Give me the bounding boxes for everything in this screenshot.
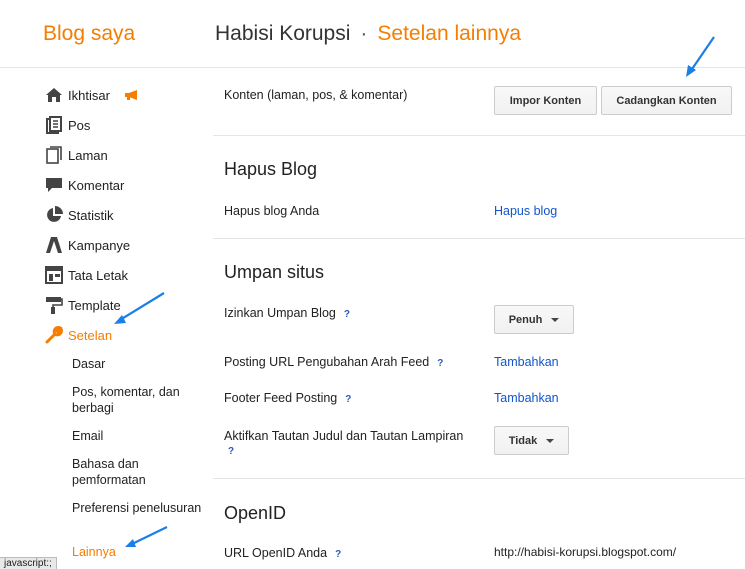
brand-link[interactable]: Blog saya xyxy=(43,22,135,46)
help-icon[interactable]: ? xyxy=(228,446,234,457)
section-divider xyxy=(213,478,745,479)
sidebar-item-label: Tata Letak xyxy=(68,267,128,283)
settings-sub-lainnya[interactable]: Lainnya xyxy=(72,544,202,560)
redirect-feed-label: Posting URL Pengubahan Arah Feed? xyxy=(224,355,444,369)
chevron-down-icon xyxy=(551,317,560,322)
comment-icon xyxy=(44,175,64,195)
settings-sub-bahasa[interactable]: Bahasa dan pemformatan xyxy=(72,456,202,488)
enclosure-links-label: Aktifkan Tautan Judul dan Tautan Lampira… xyxy=(224,429,464,443)
allow-feed-dropdown[interactable]: Penuh xyxy=(494,305,574,334)
openid-heading: OpenID xyxy=(224,503,287,523)
paint-roller-icon xyxy=(44,295,64,315)
megaphone-icon xyxy=(124,89,140,101)
sidebar: Ikhtisar Pos Laman Komentar Statistik Ka… xyxy=(0,69,212,569)
settings-sub-preferensi[interactable]: Preferensi penelusuran xyxy=(72,500,202,516)
blog-name[interactable]: Habisi Korupsi xyxy=(215,22,350,45)
sidebar-item-label: Template xyxy=(68,297,121,313)
pages-icon xyxy=(44,145,64,165)
help-icon[interactable]: ? xyxy=(335,549,341,560)
help-icon[interactable]: ? xyxy=(437,358,443,369)
section-divider xyxy=(213,238,745,239)
sidebar-item-label: Pos xyxy=(68,117,91,133)
section-divider xyxy=(213,135,745,136)
openid-url-value: http://habisi-korupsi.blogspot.com/ xyxy=(494,545,677,559)
help-icon[interactable]: ? xyxy=(344,309,350,320)
sidebar-item-laman[interactable]: Laman xyxy=(44,144,108,166)
delete-blog-heading: Hapus Blog xyxy=(224,159,318,179)
sidebar-item-kampanye[interactable]: Kampanye xyxy=(44,234,130,256)
settings-sub-pos-komentar[interactable]: Pos, komentar, dan berbagi xyxy=(72,384,202,416)
enclosure-links-value: Tidak xyxy=(508,434,538,447)
home-icon xyxy=(44,85,64,105)
status-bar-url: javascript:; xyxy=(0,557,57,569)
title-separator: · xyxy=(360,22,368,45)
sidebar-item-statistik[interactable]: Statistik xyxy=(44,204,114,226)
content-label: Konten (laman, pos, & komentar) xyxy=(224,88,408,102)
redirect-feed-add-link[interactable]: Tambahkan xyxy=(494,355,559,369)
site-feed-heading: Umpan situs xyxy=(224,262,325,282)
sidebar-item-komentar[interactable]: Komentar xyxy=(44,174,124,196)
sidebar-item-tata-letak[interactable]: Tata Letak xyxy=(44,264,128,286)
sidebar-item-template[interactable]: Template xyxy=(44,294,121,316)
sidebar-item-label: Ikhtisar xyxy=(68,87,110,103)
page-title: Habisi Korupsi · Setelan lainnya xyxy=(215,22,521,46)
posts-icon xyxy=(44,115,64,135)
adwords-icon xyxy=(44,235,64,255)
sidebar-item-label: Laman xyxy=(68,147,108,163)
import-content-button[interactable]: Impor Konten xyxy=(494,86,597,115)
enclosure-links-dropdown[interactable]: Tidak xyxy=(494,426,569,455)
openid-url-label: URL OpenID Anda? xyxy=(224,546,342,560)
sidebar-item-label: Komentar xyxy=(68,177,125,193)
sidebar-item-ikhtisar[interactable]: Ikhtisar xyxy=(44,84,140,106)
allow-feed-label: Izinkan Umpan Blog? xyxy=(224,306,350,320)
settings-sub-email[interactable]: Email xyxy=(72,428,202,444)
delete-blog-link[interactable]: Hapus blog xyxy=(494,204,557,218)
sidebar-item-setelan[interactable]: Setelan xyxy=(44,324,112,346)
allow-feed-value: Penuh xyxy=(508,313,543,326)
help-icon[interactable]: ? xyxy=(345,394,351,405)
delete-blog-label: Hapus blog Anda xyxy=(224,204,320,218)
sidebar-item-label: Statistik xyxy=(68,207,114,223)
settings-sub-dasar[interactable]: Dasar xyxy=(72,356,202,372)
settings-main: Konten (laman, pos, & komentar) Impor Ko… xyxy=(213,69,745,569)
backup-content-button[interactable]: Cadangkan Konten xyxy=(601,86,732,115)
sidebar-item-pos[interactable]: Pos xyxy=(44,114,90,136)
layout-icon xyxy=(44,265,64,285)
sidebar-item-label: Kampanye xyxy=(68,237,131,253)
footer-feed-add-link[interactable]: Tambahkan xyxy=(494,391,559,405)
help-icon-row: ? xyxy=(224,443,234,457)
stats-pie-icon xyxy=(44,205,64,225)
footer-feed-label: Footer Feed Posting? xyxy=(224,391,352,405)
chevron-down-icon xyxy=(546,438,555,443)
sidebar-item-label: Setelan xyxy=(68,327,113,343)
wrench-icon xyxy=(44,325,64,345)
top-bar: Blog saya Habisi Korupsi · Setelan lainnya xyxy=(0,0,745,68)
page-name: Setelan lainnya xyxy=(377,22,522,45)
